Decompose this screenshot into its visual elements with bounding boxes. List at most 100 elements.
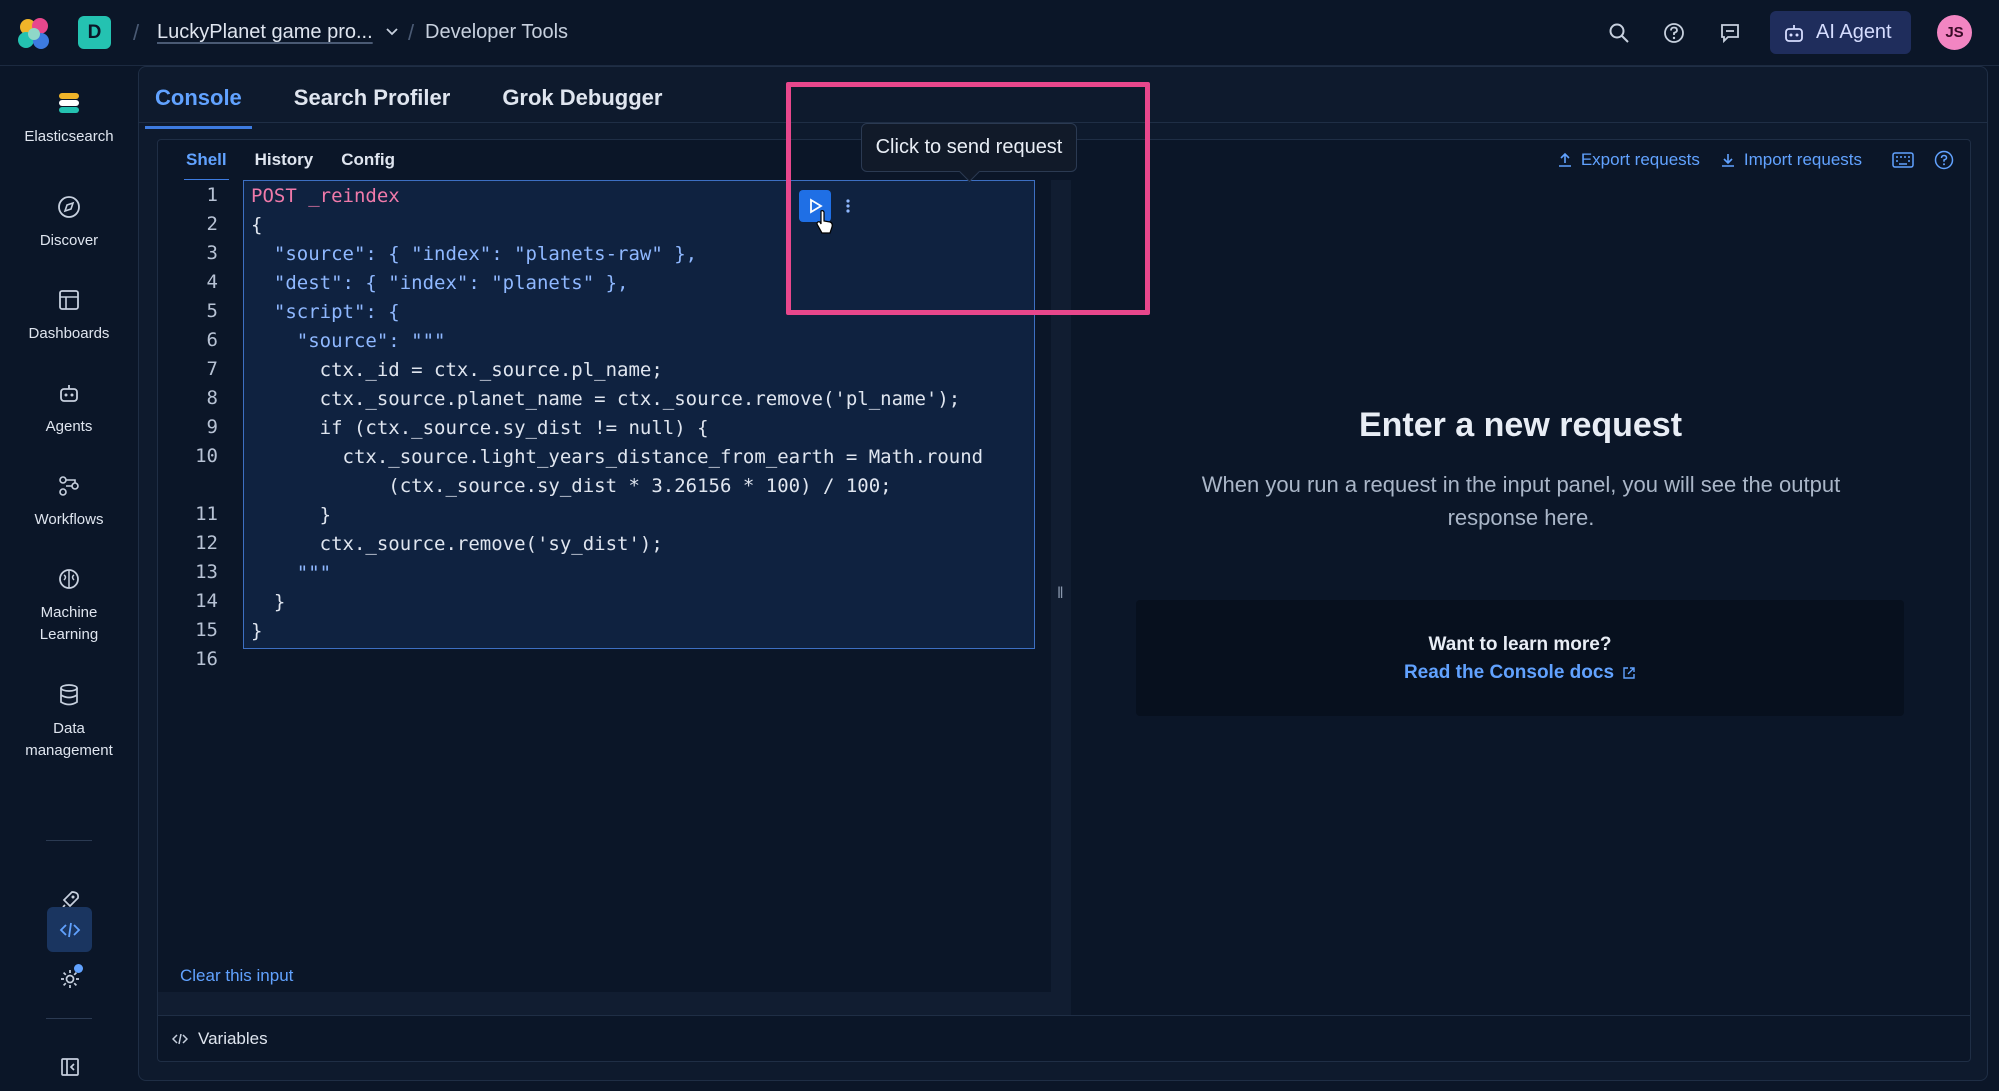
code-line: (ctx._source.sy_dist * 3.26156 * 100) / …: [251, 475, 892, 497]
line-number: 8: [206, 387, 218, 409]
sidebar: Elasticsearch Discover Dashboards Agents…: [0, 66, 138, 1091]
export-requests-button[interactable]: Export requests: [1557, 150, 1700, 170]
code-line: }: [251, 591, 286, 613]
code-line: "script": {: [251, 301, 400, 323]
code-line: }: [251, 620, 263, 642]
variables-bar[interactable]: Variables: [158, 1015, 1970, 1061]
line-number: 2: [206, 213, 218, 235]
import-requests-button[interactable]: Import requests: [1720, 150, 1862, 170]
chat-icon[interactable]: [1716, 19, 1744, 47]
line-number: 14: [195, 590, 218, 612]
empty-state-title: Enter a new request: [1358, 406, 1683, 444]
line-number: 5: [206, 300, 218, 322]
sidebar-divider: [46, 840, 92, 841]
line-number: 4: [206, 271, 218, 293]
empty-state-description: When you run a request in the input pane…: [1201, 472, 1841, 530]
sidebar-item-dashboards[interactable]: Dashboards: [0, 287, 138, 345]
brain-icon: [59, 569, 79, 589]
code-line: POST _reindex: [251, 185, 400, 207]
line-number: 6: [206, 329, 218, 351]
line-number: 1: [206, 184, 218, 206]
code-line: ctx._source.light_years_distance_from_ea…: [251, 446, 984, 468]
variables-label: Variables: [198, 1028, 268, 1048]
sidebar-item-label: Dashboards: [28, 325, 110, 342]
breadcrumb-project[interactable]: LuckyPlanet game pro...: [157, 21, 373, 44]
code-icon: [172, 1033, 188, 1044]
clear-input-button[interactable]: Clear this input: [180, 966, 293, 986]
help-icon[interactable]: [1660, 19, 1688, 47]
console-help-button[interactable]: [1934, 150, 1954, 170]
upload-icon: [1558, 152, 1571, 167]
compass-icon: [58, 196, 80, 218]
breadcrumb-separator: /: [408, 20, 415, 45]
robot-icon: [60, 385, 78, 402]
line-number: 12: [195, 532, 218, 554]
notification-dot: [74, 964, 83, 973]
help-icon: [1934, 150, 1954, 170]
dev-tools-button[interactable]: [47, 907, 92, 952]
robot-icon: [1785, 24, 1803, 42]
keyboard-shortcuts-button[interactable]: [1892, 151, 1914, 169]
send-request-tooltip: Click to send request: [861, 123, 1077, 172]
code-line: ctx._source.remove('sy_dist');: [251, 533, 663, 555]
database-icon: [60, 684, 78, 706]
line-number: 13: [195, 561, 218, 583]
sidebar-item-label: Data management: [25, 720, 113, 759]
code-line: if (ctx._source.sy_dist != null) {: [251, 417, 709, 439]
tab-config[interactable]: Config: [327, 140, 409, 180]
search-icon[interactable]: [1605, 19, 1633, 47]
console-toolbar: Export requests Import requests: [1557, 150, 1954, 170]
console-docs-link[interactable]: Read the Console docs: [1404, 662, 1636, 684]
download-icon: [1721, 154, 1734, 167]
code-line: "source": """: [251, 330, 446, 352]
sidebar-item-machine-learning[interactable]: Machine Learning: [0, 566, 138, 646]
sidebar-item-elasticsearch[interactable]: Elasticsearch: [0, 90, 138, 148]
line-number: 3: [206, 242, 218, 264]
highlight-box: [786, 82, 1150, 315]
settings-button[interactable]: [47, 956, 92, 1001]
avatar[interactable]: JS: [1937, 15, 1972, 50]
drag-handle-icon[interactable]: ‖: [1057, 585, 1064, 603]
collapse-sidebar-button[interactable]: [47, 1044, 92, 1089]
tab-shell[interactable]: Shell: [172, 140, 241, 182]
keyboard-icon: [1892, 152, 1914, 168]
line-number: 10: [195, 445, 218, 467]
ai-agent-button[interactable]: AI Agent: [1770, 11, 1911, 54]
line-number: 11: [195, 503, 218, 525]
code-icon: [59, 922, 80, 937]
elastic-logo[interactable]: [14, 14, 54, 54]
ai-agent-label: AI Agent: [1816, 21, 1892, 43]
breadcrumb-separator: /: [133, 20, 140, 45]
response-panel: Enter a new request When you run a reque…: [1071, 180, 1970, 1015]
code-line: "dest": { "index": "planets" },: [251, 272, 629, 294]
code-line: }: [251, 504, 332, 526]
sidebar-item-label: Machine Learning: [39, 604, 99, 643]
line-number: 7: [206, 358, 218, 380]
chevron-down-icon[interactable]: [384, 23, 400, 39]
dashboard-icon: [59, 290, 79, 310]
sidebar-item-agents[interactable]: Agents: [0, 380, 138, 438]
tab-history[interactable]: History: [241, 140, 328, 180]
code-line: ctx._source.planet_name = ctx._source.re…: [251, 388, 961, 410]
sidebar-item-label: Agents: [45, 418, 93, 435]
line-number: 15: [195, 619, 218, 641]
code-line: "source": { "index": "planets-raw" },: [251, 243, 698, 265]
code-line: {: [251, 214, 263, 236]
top-header: D / LuckyPlanet game pro... / Developer …: [0, 0, 1999, 66]
sidebar-item-data-management[interactable]: Data management: [0, 682, 138, 762]
sidebar-item-label: Discover: [39, 232, 99, 249]
elasticsearch-icon: [59, 93, 79, 113]
export-requests-label: Export requests: [1580, 150, 1700, 169]
line-number: 9: [206, 416, 218, 438]
breadcrumb-page: Developer Tools: [425, 21, 569, 43]
sidebar-item-workflows[interactable]: Workflows: [0, 473, 138, 531]
learn-more-title: Want to learn more?: [1428, 634, 1612, 655]
learn-more-callout: Want to learn more? Read the Console doc…: [1136, 600, 1904, 716]
console-docs-link-label: Read the Console docs: [1403, 662, 1615, 683]
sidebar-item-label: Elasticsearch: [24, 128, 114, 145]
collapse-icon: [60, 1057, 79, 1076]
sidebar-divider: [46, 1018, 92, 1019]
space-badge[interactable]: D: [78, 16, 111, 49]
import-requests-label: Import requests: [1743, 150, 1862, 169]
sidebar-item-discover[interactable]: Discover: [0, 194, 138, 252]
